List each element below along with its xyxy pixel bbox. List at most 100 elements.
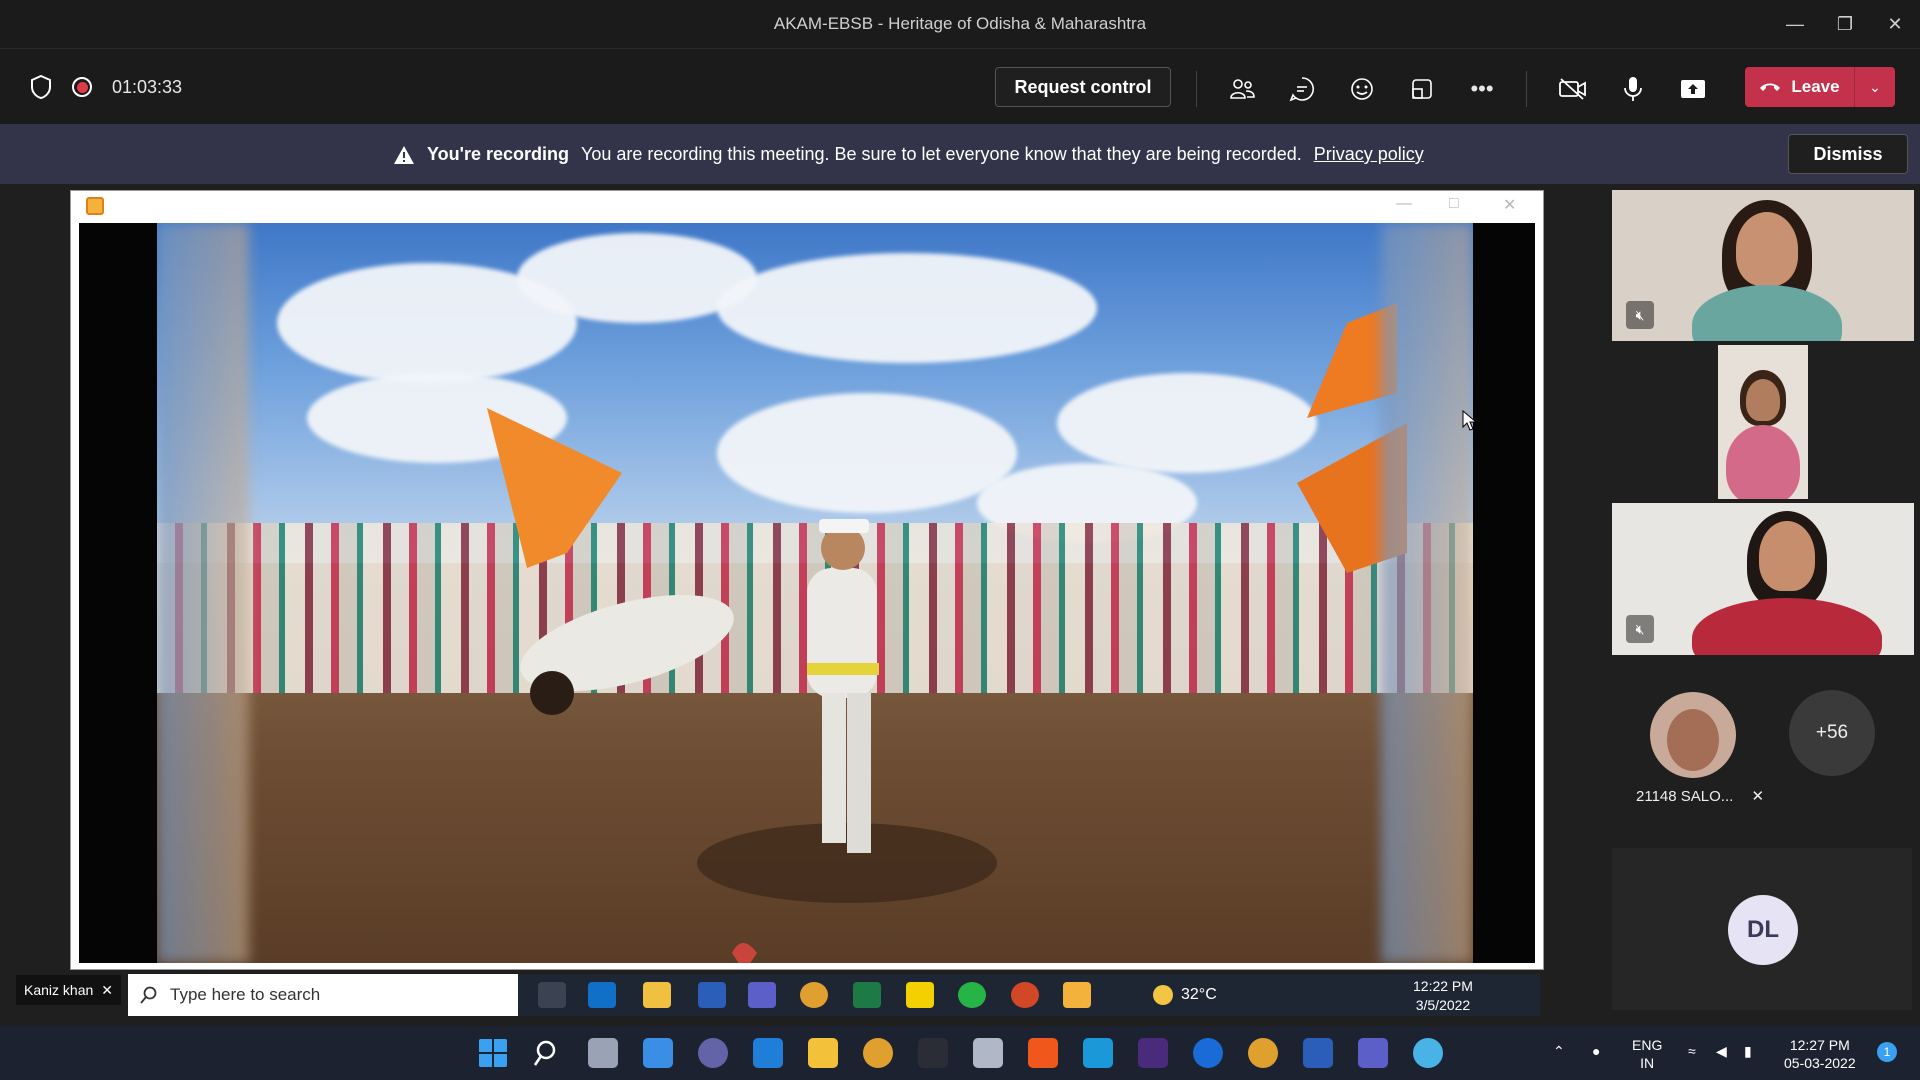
battery-icon[interactable]: ▮ [1744,1042,1752,1060]
dismiss-button[interactable]: Dismiss [1788,134,1908,174]
network-app-icon[interactable] [1413,1038,1443,1068]
close-icon: ✕ [1503,197,1517,214]
dancer-leg [847,693,871,853]
chevron-down-icon[interactable]: ⌄ [1855,79,1895,96]
camera-off-icon[interactable] [1555,71,1591,107]
chevron-up-icon[interactable]: ⌃ [1553,1042,1565,1060]
request-control-button[interactable]: Request control [995,67,1171,107]
participant-tile[interactable]: DL [1612,848,1912,1010]
shared-date: 3/5/2022 [1415,997,1471,1013]
avatar[interactable] [1650,692,1736,778]
privacy-policy-link[interactable]: Privacy policy [1314,144,1424,165]
mic-off-icon: 🔇︎ [1626,615,1654,643]
search-icon[interactable] [533,1038,563,1068]
toolbar-divider [1526,71,1527,107]
clock-time: 12:27 PM [1789,1037,1850,1053]
msi-icon[interactable] [918,1038,948,1068]
minimize-icon: — [1396,195,1412,212]
window-title: AKAM-EBSB - Heritage of Odisha & Maharas… [773,14,1147,33]
lang-label: ENG [1632,1037,1663,1053]
leave-button[interactable]: Leave ⌄ [1745,67,1895,107]
restore-icon[interactable]: ❐ [1820,0,1870,48]
participant-tile[interactable] [1718,345,1808,499]
reactions-icon[interactable] [1344,71,1380,107]
windows-taskbar: ⌃ ● ENG IN ≈ ◀ ▮ 12:27 PM 05-03-2022 1 [0,1026,1920,1080]
language-indicator[interactable]: ENG IN [1632,1036,1662,1072]
participant-tile[interactable]: 🔇︎ [1612,503,1914,655]
shared-taskbar: Type here to search 32°C 12:22 PM 3/5/20… [128,974,1540,1016]
heart-icon [732,943,757,963]
leave-main[interactable]: Leave [1745,67,1855,107]
restore-icon: □ [1449,195,1459,212]
avatar: DL [1728,895,1798,965]
wifi-icon[interactable]: ≈ [1688,1042,1696,1060]
blur-edge [1381,223,1473,963]
mic-off-icon: 🔇︎ [1626,301,1654,329]
file-explorer-icon[interactable] [808,1038,838,1068]
mail-icon[interactable] [753,1038,783,1068]
outlook-icon [588,982,616,1008]
system-clock[interactable]: 12:27 PM 05-03-2022 [1784,1036,1856,1072]
window-controls: — ❐ ✕ [1770,0,1920,48]
more-icon[interactable]: ••• [1464,71,1500,107]
volume-icon[interactable]: ◀ [1716,1042,1727,1060]
chat-icon[interactable] [698,1038,728,1068]
search-placeholder: Type here to search [170,985,321,1004]
brave-icon[interactable] [1028,1038,1058,1068]
minimize-icon[interactable]: — [1770,0,1820,48]
people-icon[interactable] [1224,71,1260,107]
more-participants-button[interactable]: +56 [1789,690,1875,776]
recording-indicator-icon [72,77,92,97]
widgets-icon[interactable] [643,1038,673,1068]
region-label: IN [1640,1055,1655,1071]
meeting-toolbar: 01:03:33 Request control ••• Leave ⌄ [0,48,1920,124]
close-icon[interactable]: ✕ [1870,0,1920,48]
link-app-icon[interactable] [1193,1038,1223,1068]
dancer-sash [807,663,879,675]
chat-icon[interactable] [1284,71,1320,107]
participant-saree [1726,425,1800,499]
slideshow-icon [1063,982,1091,1008]
task-view-icon[interactable] [588,1038,618,1068]
powerpoint-icon [1011,982,1039,1008]
word-icon[interactable] [1303,1038,1333,1068]
word-icon [698,982,726,1008]
file-explorer-icon [643,982,671,1008]
prime-video-icon[interactable] [1083,1038,1113,1068]
participant-tile[interactable]: 🔇︎ [1612,190,1914,341]
participant-face [1736,212,1798,286]
dancer-leg [822,693,846,843]
notification-badge[interactable]: 1 [1877,1042,1897,1062]
orange-flag [487,408,622,568]
hangup-icon [1760,83,1781,91]
chrome-icon[interactable] [863,1038,893,1068]
avatar-face [1667,709,1719,771]
bowing-head [530,671,574,715]
start-icon[interactable] [478,1038,508,1068]
teams-icon[interactable] [1358,1038,1388,1068]
slide-photo [157,223,1473,963]
shared-clock: 12:22 PM 3/5/2022 [1413,977,1473,1015]
chrome-icon [800,982,828,1008]
warning-icon [394,145,414,164]
chrome-profile-icon[interactable] [1248,1038,1278,1068]
search-box: Type here to search [128,974,518,1016]
leave-label: Leave [1791,77,1840,96]
participant-face [1746,379,1780,421]
mic-icon[interactable]: ● [1592,1042,1600,1060]
share-icon[interactable] [1675,71,1711,107]
dancer-body [807,568,877,698]
meeting-status: 01:03:33 [30,75,182,99]
teams-icon [748,982,776,1008]
calculator-icon[interactable] [973,1038,1003,1068]
participant-face [1759,521,1815,591]
participant-name-label: 21148 SALO... [1636,788,1734,805]
dancer-cap [819,519,869,533]
speaker-name: Kaniz khan [24,982,94,998]
mic-off-icon: ✕ [1751,788,1765,805]
banner-title: You're recording [427,144,569,164]
rooms-icon[interactable] [1404,71,1440,107]
amazon-music-icon[interactable] [1138,1038,1168,1068]
participant-dress [1692,598,1882,655]
mic-icon[interactable] [1615,71,1651,107]
